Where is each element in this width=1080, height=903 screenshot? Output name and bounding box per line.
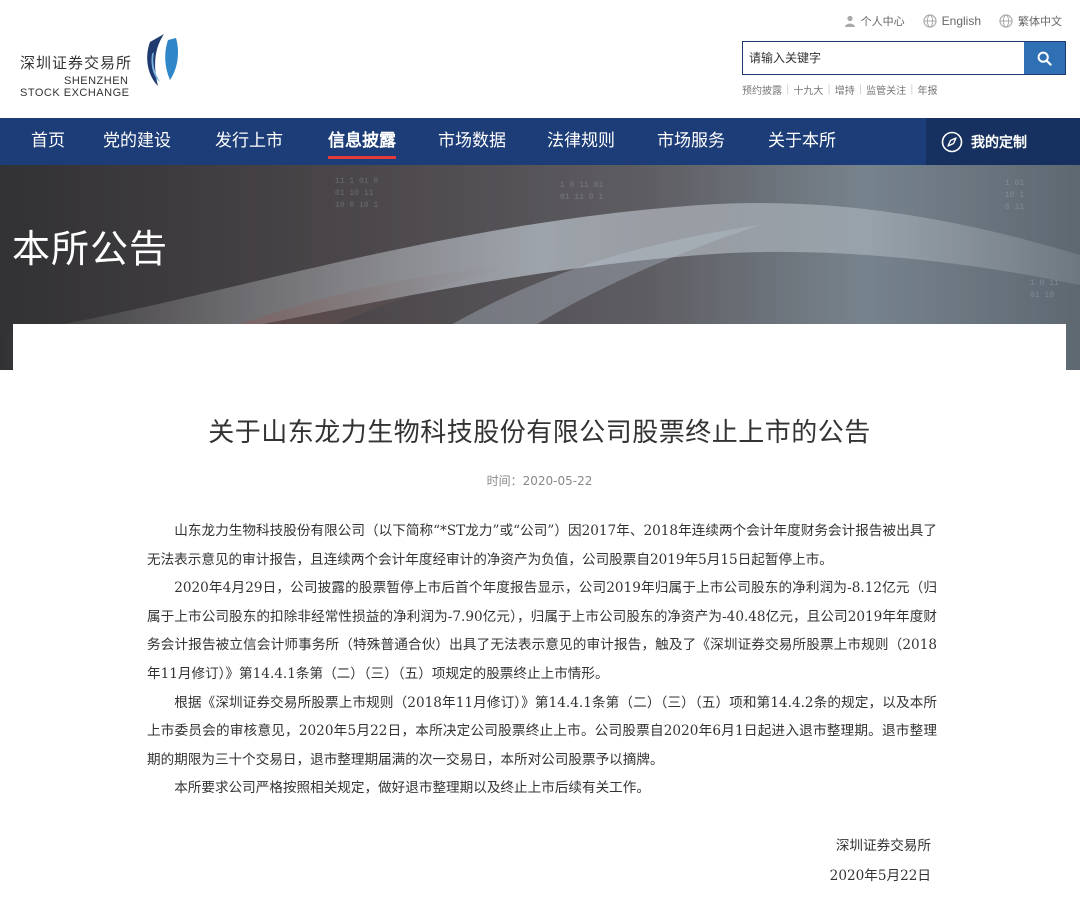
svg-text:1 0 11: 1 0 11 — [1030, 279, 1059, 288]
search-icon — [1037, 51, 1052, 66]
nav-item-rules[interactable]: 法律规则 — [547, 118, 615, 165]
divider: | — [786, 84, 790, 95]
article-signature-block: 深圳证券交易所 2020年5月22日 — [830, 831, 931, 891]
my-custom-label: 我的定制 — [971, 134, 1027, 151]
search-button[interactable] — [1024, 42, 1065, 74]
article-paragraph: 本所要求公司严格按照相关规定，做好退市整理期以及终止上市后续有关工作。 — [174, 780, 650, 797]
divider: | — [910, 84, 914, 95]
divider: | — [858, 84, 863, 95]
globe-icon — [923, 14, 937, 28]
article-paragraph: 2020年4月29日，公司披露的股票暂停上市后首个年度报告显示，公司2019年归… — [147, 580, 937, 682]
svg-text:01 10 11: 01 10 11 — [335, 189, 374, 198]
svg-text:01 10: 01 10 — [1030, 291, 1054, 300]
hot-keyword[interactable]: 监管关注 — [866, 82, 906, 97]
nav-item-listing[interactable]: 发行上市 — [215, 118, 283, 165]
logo-mark-icon — [147, 34, 178, 86]
hot-keyword[interactable]: 预约披露 — [742, 82, 782, 97]
svg-text:10 1: 10 1 — [1005, 191, 1024, 200]
globe-icon — [999, 14, 1013, 28]
svg-text:10 0 10 1: 10 0 10 1 — [335, 201, 378, 210]
nav-item-home[interactable]: 首页 — [31, 118, 65, 165]
article-paragraph: 根据《深圳证券交易所股票上市规则（2018年11月修订）》第14.4.1条第（二… — [147, 694, 937, 768]
article-signature: 深圳证券交易所 — [835, 838, 931, 854]
my-custom-button[interactable]: 我的定制 — [926, 118, 1080, 165]
article-date: 时间：2020-05-22 — [486, 474, 593, 488]
article-sign-date: 2020年5月22日 — [829, 868, 931, 884]
svg-text:11 1 01 0: 11 1 01 0 — [335, 177, 378, 186]
hot-keyword[interactable]: 增持 — [835, 82, 855, 97]
svg-text:1 0 11 01: 1 0 11 01 — [560, 181, 603, 190]
nav-item-market-data[interactable]: 市场数据 — [438, 118, 506, 165]
site-header: 深圳证券交易所 SHENZHEN STOCK EXCHANGE 个人中心 Eng… — [0, 0, 1080, 118]
szse-logo[interactable]: 深圳证券交易所 SHENZHEN STOCK EXCHANGE — [20, 30, 190, 102]
search-input[interactable] — [743, 42, 1024, 74]
english-label: English — [941, 14, 981, 28]
logo-cn-text: 深圳证券交易所 — [20, 54, 133, 72]
top-links: 个人中心 English 繁体中文 — [844, 12, 1062, 30]
traditional-chinese-link[interactable]: 繁体中文 — [999, 13, 1062, 29]
banner-title: 本所公告 — [12, 227, 169, 271]
personal-center-link[interactable]: 个人中心 — [844, 13, 905, 29]
search-box — [742, 41, 1066, 75]
article-paragraph: 山东龙力生物科技股份有限公司（以下简称“*ST龙力”或“公司”）因2017年、2… — [147, 523, 937, 568]
svg-text:0 11: 0 11 — [1005, 203, 1024, 212]
nav-item-about[interactable]: 关于本所 — [768, 118, 836, 165]
article-card: 关于山东龙力生物科技股份有限公司股票终止上市的公告 时间：2020-05-22 … — [13, 324, 1066, 903]
svg-text:01 11 0 1: 01 11 0 1 — [560, 193, 603, 202]
hot-keyword[interactable]: 年报 — [918, 82, 938, 97]
traditional-chinese-label: 繁体中文 — [1018, 15, 1062, 28]
compass-icon — [941, 131, 963, 152]
article-body: 山东龙力生物科技股份有限公司（以下简称“*ST龙力”或“公司”）因2017年、2… — [147, 517, 937, 803]
main-nav: 首页 党的建设 发行上市 信息披露 市场数据 法律规则 市场服务 关于本所 我的… — [0, 118, 1080, 165]
hot-keywords: 预约披露 | 十九大 | 增持 | 监管关注 | 年报 — [742, 82, 938, 97]
nav-item-market-services[interactable]: 市场服务 — [657, 118, 725, 165]
english-link[interactable]: English — [923, 14, 981, 28]
divider: | — [827, 84, 831, 95]
hot-keyword[interactable]: 十九大 — [793, 82, 823, 97]
nav-item-disclosure[interactable]: 信息披露 — [328, 118, 396, 165]
user-icon — [844, 15, 855, 27]
logo-en-line2: STOCK EXCHANGE — [20, 87, 130, 99]
article-title: 关于山东龙力生物科技股份有限公司股票终止上市的公告 — [208, 418, 871, 448]
logo-en-line1: SHENZHEN — [64, 75, 129, 87]
nav-item-party-building[interactable]: 党的建设 — [103, 118, 171, 165]
personal-center-label: 个人中心 — [860, 15, 905, 28]
svg-text:1 01: 1 01 — [1005, 179, 1024, 188]
